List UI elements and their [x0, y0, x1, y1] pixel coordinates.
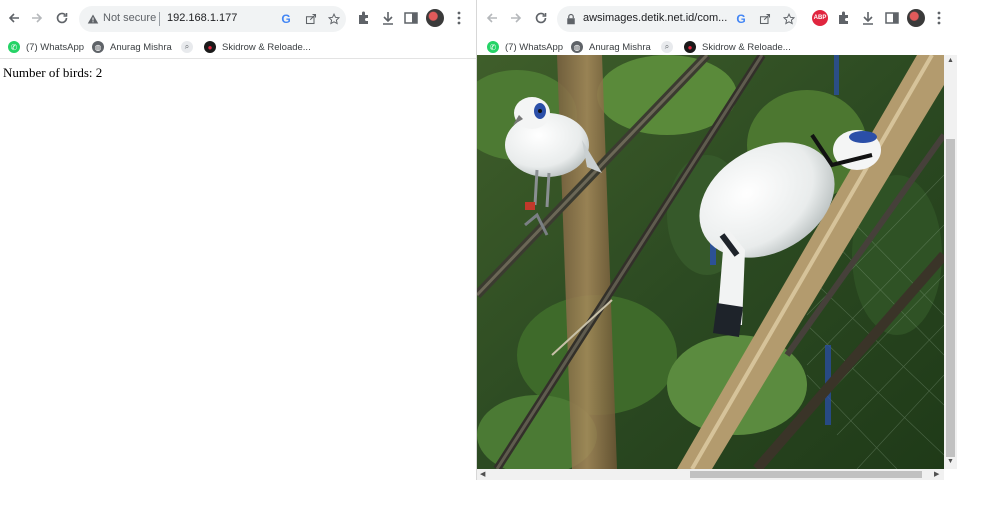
- skidrow-icon: ●: [684, 41, 696, 53]
- scroll-up-icon[interactable]: ▲: [947, 57, 954, 64]
- search-icon: ⌕: [661, 41, 673, 53]
- side-panel-button[interactable]: [400, 7, 422, 29]
- adblock-icon: ABP: [812, 10, 828, 26]
- reload-button[interactable]: [530, 7, 552, 29]
- reload-button[interactable]: [51, 7, 73, 29]
- google-icon[interactable]: G: [278, 11, 294, 27]
- bookmark-label: (7) WhatsApp: [26, 41, 85, 53]
- arrow-right-icon: [32, 13, 43, 23]
- forward-button[interactable]: [505, 7, 527, 29]
- google-icon[interactable]: G: [733, 11, 749, 27]
- bird-photo[interactable]: [477, 55, 944, 469]
- bookmarks-bar: ✆ (7) WhatsApp ◍ Anurag Mishra ⌕ ● Skidr…: [0, 36, 476, 59]
- address-bar[interactable]: Not secure 192.168.1.177 G: [79, 6, 346, 32]
- bookmark-skidrow[interactable]: ● Skidrow & Reloade...: [684, 39, 791, 55]
- horizontal-scroll-thumb[interactable]: [690, 471, 922, 478]
- bookmark-label: Skidrow & Reloade...: [702, 41, 791, 53]
- search-icon: ⌕: [181, 41, 193, 53]
- bookmark-label: (7) WhatsApp: [505, 41, 564, 53]
- download-icon: [863, 12, 873, 25]
- horizontal-scrollbar[interactable]: ◀ ▶: [477, 469, 944, 480]
- url-text[interactable]: awsimages.detik.net.id/com...: [583, 12, 727, 24]
- side-panel-icon: [885, 12, 899, 24]
- bookmark-label: Anurag Mishra: [110, 41, 172, 53]
- vertical-scrollbar[interactable]: ▲ ▼: [944, 55, 957, 469]
- globe-icon: ◍: [92, 41, 104, 53]
- bookmark-anurag-mishra[interactable]: ◍ Anurag Mishra: [571, 39, 651, 55]
- back-button[interactable]: [481, 7, 503, 29]
- download-button[interactable]: [857, 7, 879, 29]
- puzzle-icon: [839, 11, 848, 24]
- more-vert-icon: [457, 11, 461, 25]
- lock-icon[interactable]: [563, 11, 579, 27]
- url-text[interactable]: 192.168.1.177: [167, 12, 237, 24]
- reload-icon: [535, 12, 547, 24]
- skidrow-icon: ●: [204, 41, 216, 53]
- menu-button[interactable]: [928, 7, 950, 29]
- share-icon[interactable]: [303, 11, 319, 27]
- birds-count-text: Number of birds: 2: [3, 65, 103, 80]
- browser-window-left: Not secure 192.168.1.177 G ✆ (7) WhatsAp…: [0, 0, 477, 480]
- whatsapp-icon: ✆: [8, 41, 20, 53]
- menu-button[interactable]: [448, 7, 470, 29]
- puzzle-icon: [359, 11, 368, 24]
- vertical-scroll-thumb[interactable]: [946, 139, 955, 457]
- whatsapp-icon: ✆: [487, 41, 499, 53]
- scroll-right-icon[interactable]: ▶: [934, 470, 939, 478]
- globe-icon: ◍: [571, 41, 583, 53]
- scroll-down-icon[interactable]: ▼: [947, 458, 954, 465]
- forward-button[interactable]: [26, 7, 48, 29]
- bali-myna-birds-photo: [477, 55, 944, 469]
- profile-button[interactable]: [905, 7, 927, 29]
- bookmark-skidrow[interactable]: ● Skidrow & Reloade...: [204, 39, 311, 55]
- avatar: [426, 9, 444, 27]
- download-icon: [383, 12, 393, 25]
- back-button[interactable]: [3, 7, 25, 29]
- star-icon[interactable]: [781, 11, 797, 27]
- bookmark-search[interactable]: ⌕: [661, 39, 679, 55]
- bookmark-whatsapp[interactable]: ✆ (7) WhatsApp: [8, 39, 84, 55]
- more-vert-icon: [937, 11, 941, 25]
- profile-button[interactable]: [424, 7, 446, 29]
- security-label[interactable]: Not secure: [103, 12, 156, 24]
- reload-icon: [56, 12, 68, 24]
- extensions-button[interactable]: [353, 7, 375, 29]
- share-icon[interactable]: [757, 11, 773, 27]
- side-panel-icon: [404, 12, 418, 24]
- browser-toolbar: Not secure 192.168.1.177 G: [0, 0, 476, 36]
- address-bar[interactable]: awsimages.detik.net.id/com... G: [557, 6, 797, 32]
- page-content: Number of birds: 2: [0, 59, 476, 480]
- extensions-button[interactable]: [833, 7, 855, 29]
- star-icon[interactable]: [326, 11, 342, 27]
- arrow-left-icon: [8, 13, 19, 23]
- divider: [159, 12, 160, 26]
- bookmark-anurag-mishra[interactable]: ◍ Anurag Mishra: [92, 39, 172, 55]
- browser-window-right: awsimages.detik.net.id/com... G ABP ✆ (7…: [477, 0, 957, 480]
- bookmark-search[interactable]: ⌕: [181, 39, 199, 55]
- download-button[interactable]: [377, 7, 399, 29]
- bookmark-label: Anurag Mishra: [589, 41, 651, 53]
- scroll-left-icon[interactable]: ◀: [480, 470, 485, 478]
- bookmark-label: Skidrow & Reloade...: [222, 41, 311, 53]
- bookmark-whatsapp[interactable]: ✆ (7) WhatsApp: [487, 39, 563, 55]
- warning-icon[interactable]: [85, 11, 101, 27]
- adblock-button[interactable]: ABP: [809, 7, 831, 29]
- arrow-left-icon: [486, 13, 497, 23]
- avatar: [907, 9, 925, 27]
- arrow-right-icon: [511, 13, 522, 23]
- browser-toolbar: awsimages.detik.net.id/com... G ABP: [477, 0, 957, 36]
- side-panel-button[interactable]: [881, 7, 903, 29]
